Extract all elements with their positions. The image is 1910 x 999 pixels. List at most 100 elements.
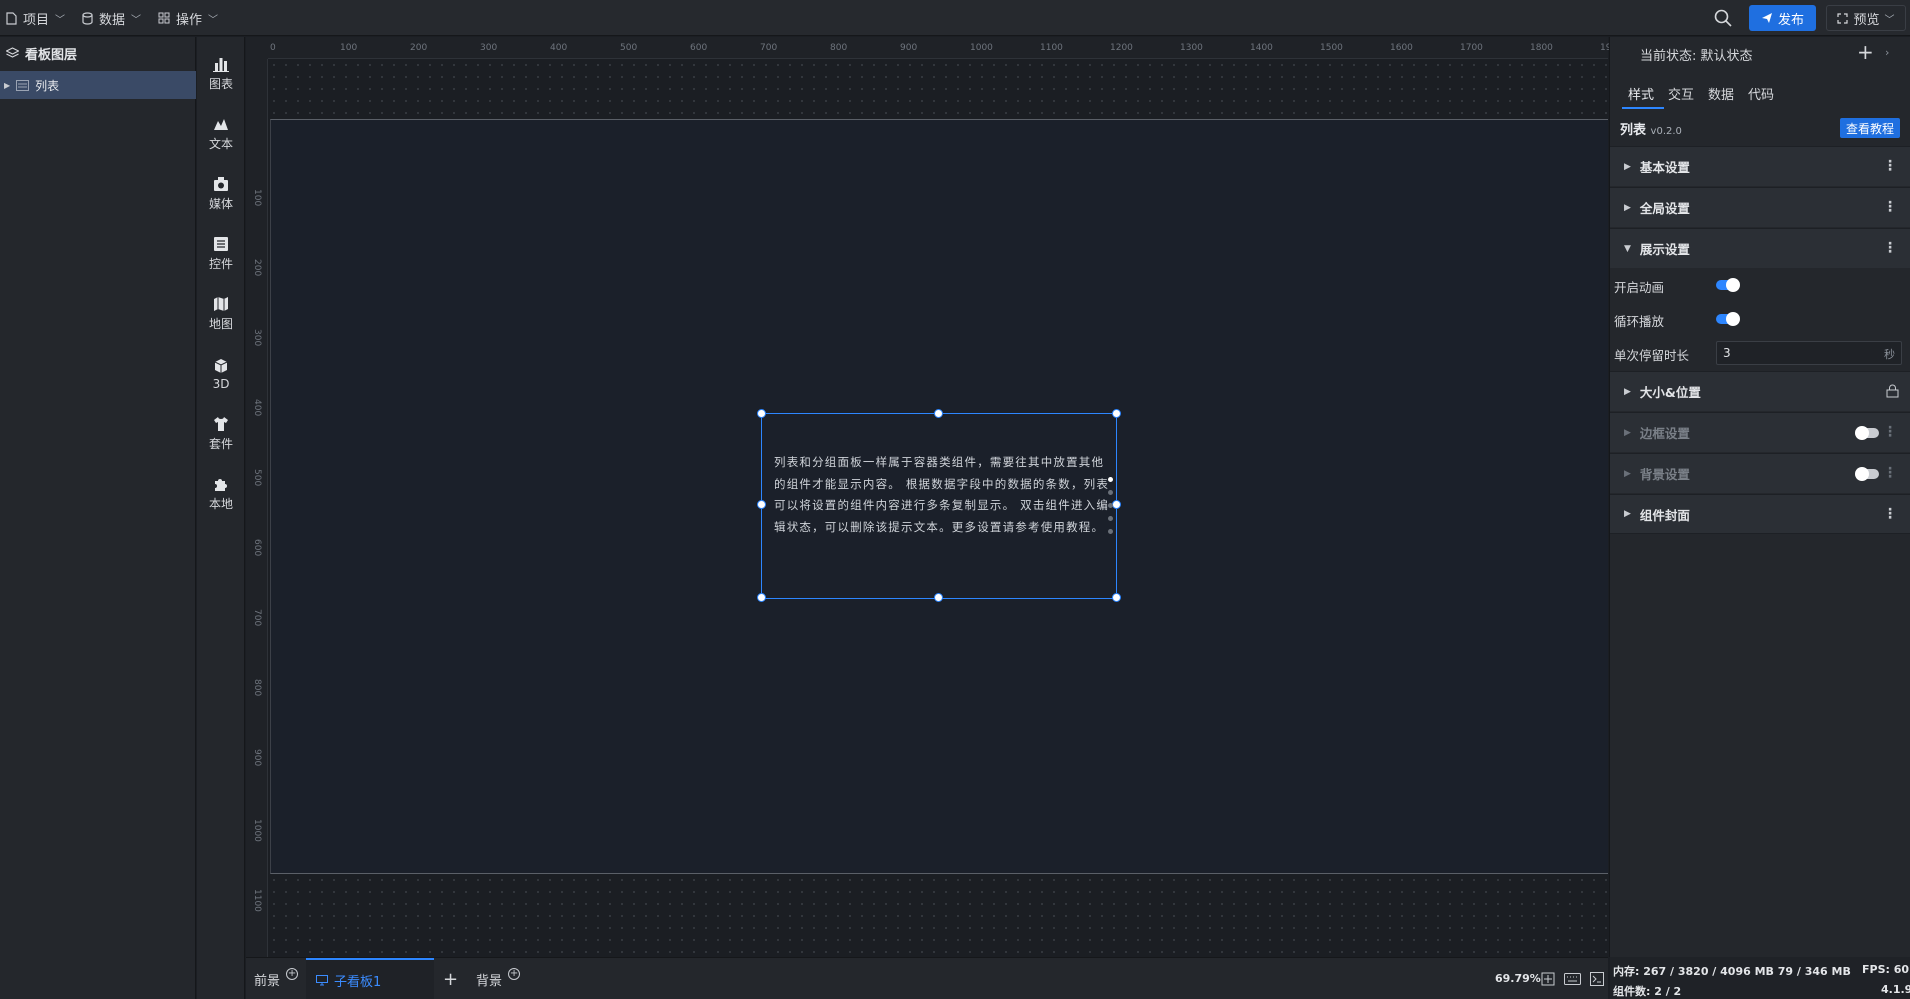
section-global-settings[interactable]: ▶ 全局设置 ⋮ <box>1610 187 1910 227</box>
add-foreground-icon[interactable]: + <box>286 968 299 980</box>
section-display-settings[interactable]: ▼ 展示设置 ⋮ <box>1610 228 1910 268</box>
resize-handle-left[interactable] <box>757 500 766 509</box>
loop-toggle[interactable] <box>1716 312 1740 326</box>
tab-foreground[interactable]: 前景 + <box>254 958 299 999</box>
component-media-label: 媒体 <box>208 197 233 211</box>
ruler-horizontal[interactable]: 0 100 200 300 400 500 600 700 800 900 1000 1100 1200… <box>268 37 1623 59</box>
layer-item-list[interactable]: ▶ 列表 <box>0 71 196 99</box>
fps-status: FPS: 60 <box>1862 963 1910 976</box>
publish-button[interactable]: 发布 <box>1749 5 1816 31</box>
toggle-knob <box>1726 312 1740 326</box>
ruler-tick-label: 1100 <box>1040 43 1063 53</box>
console-icon[interactable] <box>1590 972 1604 989</box>
component-chart[interactable]: 图表 <box>197 46 245 102</box>
toggle-knob <box>1726 278 1740 292</box>
status-bar: 内存: 267 / 3820 / 4096 MB 79 / 346 MB FPS… <box>1610 957 1910 999</box>
more-vertical-icon[interactable]: ⋮ <box>1883 425 1897 439</box>
scroll-indicator-dot <box>1108 503 1113 508</box>
resize-handle-bottom[interactable] <box>934 593 943 602</box>
section-border-settings[interactable]: ▶ 边框设置 ⋮ <box>1610 412 1910 452</box>
preview-button[interactable]: 预览 ﹀ <box>1826 5 1906 31</box>
add-board-icon[interactable]: + <box>443 958 458 999</box>
caret-right-icon[interactable]: ▶ <box>4 81 10 90</box>
zoom-level[interactable]: 69.79% <box>1495 972 1541 985</box>
caret-down-icon: ▼ <box>1624 243 1631 254</box>
animation-toggle[interactable] <box>1716 278 1740 292</box>
add-background-icon[interactable]: + <box>508 968 521 980</box>
section-size-position[interactable]: ▶ 大小&位置 <box>1610 371 1910 411</box>
more-vertical-icon[interactable]: ⋮ <box>1883 507 1897 521</box>
component-3d-label: 3D <box>212 376 230 391</box>
send-icon <box>1761 13 1772 23</box>
tab-subboard-1[interactable]: 子看板1 <box>306 958 434 999</box>
tab-interaction[interactable]: 交互 <box>1668 84 1694 103</box>
component-local-label: 本地 <box>208 497 233 511</box>
dwell-time-value: 3 <box>1723 346 1731 360</box>
more-vertical-icon[interactable]: ⋮ <box>1883 241 1897 255</box>
more-vertical-icon[interactable]: ⋮ <box>1883 200 1897 214</box>
resize-handle-bottom-right[interactable] <box>1112 593 1121 602</box>
section-bg-label: 背景设置 <box>1639 467 1690 482</box>
section-basic-settings[interactable]: ▶ 基本设置 ⋮ <box>1610 146 1910 186</box>
ruler-tick-label: 800 <box>252 679 262 697</box>
operation-menu[interactable]: 操作 ﹀ <box>158 0 218 36</box>
section-cover-label: 组件封面 <box>1639 507 1690 523</box>
component-media[interactable]: 媒体 <box>197 166 245 222</box>
view-tutorial-button[interactable]: 查看教程 <box>1840 118 1900 138</box>
tab-code[interactable]: 代码 <box>1748 84 1774 103</box>
caret-right-icon: ▶ <box>1624 202 1631 213</box>
more-vertical-icon[interactable]: ⋮ <box>1883 159 1897 173</box>
resize-handle-right[interactable] <box>1112 500 1121 509</box>
ruler-tick-label: 1000 <box>970 43 993 53</box>
fit-screen-icon[interactable] <box>1541 972 1555 989</box>
ruler-tick-label: 1800 <box>1530 43 1553 53</box>
ruler-vertical[interactable]: 1002003004005006007008009001000110020 <box>246 59 268 970</box>
project-menu[interactable]: 项目 ﹀ <box>6 0 65 36</box>
tab-data[interactable]: 数据 <box>1708 84 1734 103</box>
component-map[interactable]: 地图 <box>197 286 245 342</box>
add-state-icon[interactable]: + <box>1857 40 1874 64</box>
lock-icon[interactable] <box>1886 384 1899 398</box>
list-hint-text: 列表和分组面板一样属于容器类组件，需要往其中放置其他的组件才能显示内容。 根据数… <box>774 455 1110 534</box>
toggle-knob <box>1855 467 1869 481</box>
chevron-right-icon[interactable]: › <box>1885 46 1889 59</box>
data-menu[interactable]: 数据 ﹀ <box>82 0 141 36</box>
cube-icon <box>214 358 228 373</box>
property-panel: 当前状态: 默认状态 + › 样式 交互 数据 代码 列表 v0.2.0 查看教… <box>1609 37 1910 999</box>
border-toggle[interactable] <box>1855 426 1879 440</box>
resize-handle-top-left[interactable] <box>757 409 766 418</box>
component-text[interactable]: 文本 <box>197 106 245 162</box>
component-name: 列表 <box>1620 123 1647 138</box>
ruler-corner <box>246 37 268 59</box>
component-3d[interactable]: 3D <box>197 346 245 402</box>
component-map-label: 地图 <box>208 317 233 331</box>
component-local[interactable]: 本地 <box>197 466 245 522</box>
ruler-tick-label: 500 <box>620 43 638 53</box>
layer-item-label: 列表 <box>35 78 60 93</box>
tab-style[interactable]: 样式 <box>1628 84 1654 103</box>
keyboard-icon[interactable] <box>1564 973 1581 988</box>
caret-right-icon: ▶ <box>1624 161 1631 172</box>
media-icon <box>214 177 228 191</box>
resize-handle-top[interactable] <box>934 409 943 418</box>
text-icon <box>214 119 228 130</box>
component-count-status: 组件数: 2 / 2 <box>1613 985 1682 998</box>
more-vertical-icon[interactable]: ⋮ <box>1883 466 1897 480</box>
current-state-label[interactable]: 当前状态: 默认状态 <box>1640 45 1753 64</box>
background-toggle[interactable] <box>1855 467 1879 481</box>
ruler-tick-label: 900 <box>900 43 918 53</box>
component-kit[interactable]: 套件 <box>197 406 245 462</box>
file-icon <box>6 11 17 25</box>
resize-handle-bottom-left[interactable] <box>757 593 766 602</box>
operation-menu-label: 操作 <box>176 12 203 28</box>
search-icon[interactable] <box>1713 8 1733 28</box>
section-component-cover[interactable]: ▶ 组件封面 ⋮ <box>1610 494 1910 534</box>
scroll-indicator-dot <box>1108 490 1113 495</box>
dwell-time-input[interactable]: 3 秒 <box>1716 341 1902 365</box>
resize-handle-top-right[interactable] <box>1112 409 1121 418</box>
tab-background[interactable]: 背景 + <box>476 958 521 999</box>
section-global-label: 全局设置 <box>1639 201 1690 216</box>
section-background-settings[interactable]: ▶ 背景设置 ⋮ <box>1610 453 1910 493</box>
component-control[interactable]: 控件 <box>197 226 245 282</box>
caret-right-icon: ▶ <box>1624 468 1631 479</box>
